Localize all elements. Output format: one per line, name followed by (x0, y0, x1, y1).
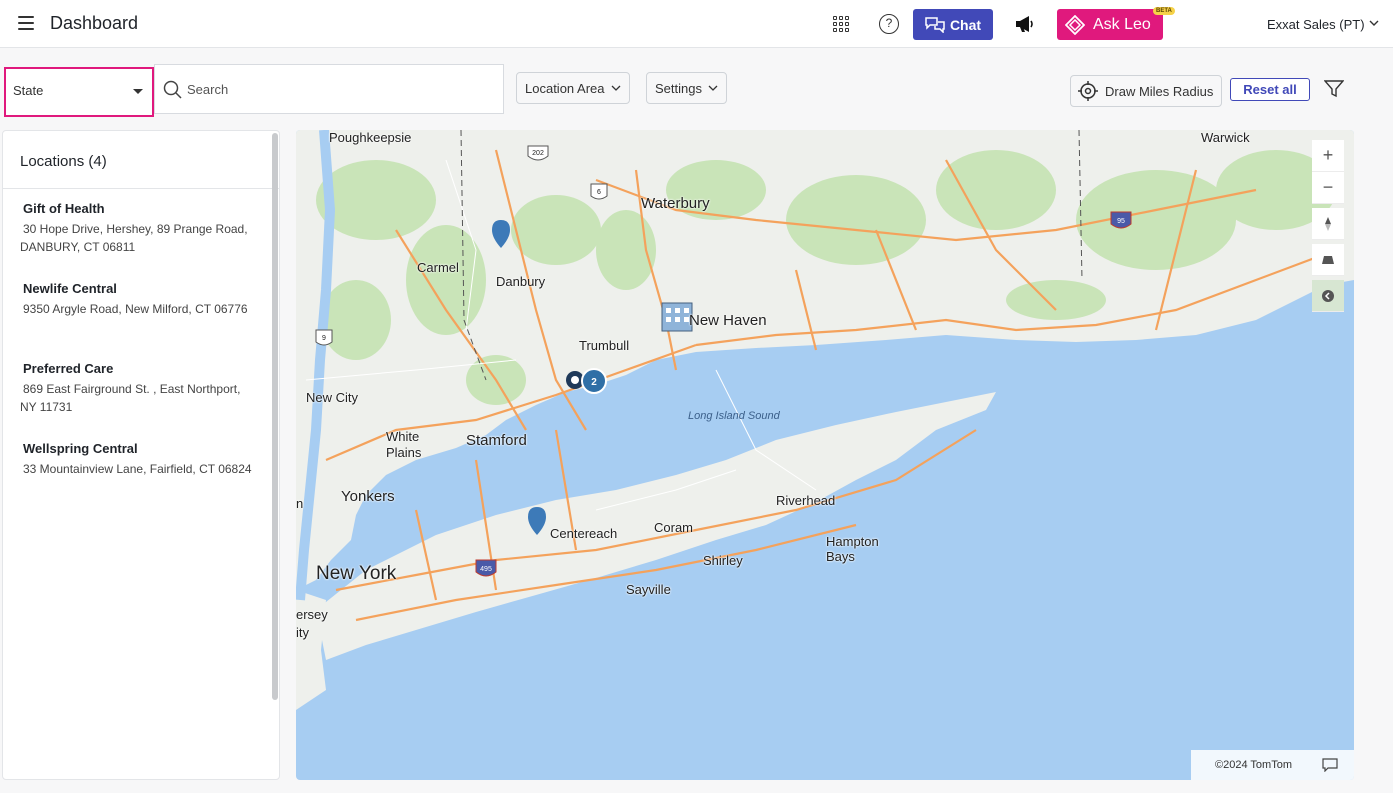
location-item[interactable]: Wellspring Central 33 Mountainview Lane,… (20, 441, 260, 478)
map-label-white: White (386, 429, 420, 444)
location-area-dropdown[interactable]: Location Area (516, 72, 630, 104)
chat-button[interactable]: Chat (913, 9, 993, 40)
map-label-danbury: Danbury (496, 274, 546, 289)
route-shield-label: 202 (532, 150, 544, 157)
location-item[interactable]: Gift of Health 30 Hope Drive, Hershey, 8… (20, 201, 260, 256)
top-bar: Dashboard ? Chat Ask Leo BETA Exxat Sale… (0, 0, 1393, 48)
location-item[interactable]: Newlife Central 9350 Argyle Road, New Mi… (20, 281, 260, 318)
map-label-bays: Bays (826, 549, 855, 564)
location-address: 869 East Fairground St. , East Northport… (20, 382, 241, 414)
chevron-down-icon (708, 85, 718, 91)
map-label-long-island-sound: Long Island Sound (688, 410, 780, 422)
search-input[interactable] (187, 79, 487, 99)
route-shield-6: 6 (590, 183, 608, 200)
chat-label: Chat (949, 16, 982, 33)
cluster-count: 2 (591, 377, 597, 388)
map-label-carmel: Carmel (417, 260, 459, 275)
map[interactable]: 202 6 9 95 495 2 Poughkeepsie Waterbury … (296, 130, 1354, 780)
filter-icon[interactable] (1324, 80, 1344, 98)
chevron-down-icon[interactable] (1369, 18, 1379, 28)
map-label-trumbull: Trumbull (579, 338, 630, 353)
map-label-warwick: Warwick (1201, 130, 1250, 145)
map-label-coram: Coram (654, 520, 694, 535)
compass-button[interactable] (1312, 208, 1344, 240)
page-title: Dashboard (50, 13, 139, 33)
state-select[interactable]: State (4, 67, 154, 117)
location-address: 30 Hope Drive, Hershey, 89 Prange Road, … (20, 222, 248, 254)
map-base: 202 6 9 95 495 2 (296, 130, 1354, 710)
location-address: 9350 Argyle Road, New Milford, CT 06776 (23, 302, 248, 316)
search-icon (163, 80, 182, 99)
map-label-city-partial: ity (296, 625, 309, 640)
map-label-plains: Plains (386, 445, 422, 460)
route-shield-495: 495 (475, 559, 497, 577)
zoom-out-button[interactable]: − (1312, 172, 1344, 204)
draw-radius-label: Draw Miles Radius (1105, 83, 1214, 99)
map-attribution: ©2024 TomTom (1191, 750, 1354, 780)
chevron-down-icon (611, 85, 620, 91)
map-label-new-city: New City (306, 390, 359, 405)
route-shield-95: 95 (1110, 211, 1132, 229)
ask-leo-button[interactable]: Ask Leo (1057, 9, 1163, 40)
settings-dropdown[interactable]: Settings (646, 72, 727, 104)
map-label-yonkers: Yonkers (341, 488, 395, 505)
draw-miles-radius-button[interactable]: Draw Miles Radius (1070, 75, 1222, 107)
megaphone-icon[interactable] (1015, 15, 1035, 33)
location-name: Newlife Central (23, 281, 117, 296)
locations-header: Locations (4) (3, 131, 279, 189)
map-label-new-haven: New Haven (689, 312, 767, 329)
search-box[interactable] (154, 64, 504, 114)
feedback-icon[interactable] (1322, 758, 1338, 772)
pitch-icon (1322, 255, 1334, 264)
location-dot-center (571, 376, 579, 384)
map-label-hampton: Hampton (826, 534, 879, 549)
hamburger-menu-icon[interactable] (18, 16, 34, 30)
map-label-shirley: Shirley (703, 553, 743, 568)
location-name: Gift of Health (23, 201, 105, 216)
locations-panel: Locations (4) Gift of Health 30 Hope Dri… (2, 130, 280, 780)
map-label-jersey-partial: ersey (296, 607, 328, 622)
zoom-in-button[interactable]: + (1312, 140, 1344, 172)
route-shield-label: 9 (322, 335, 326, 342)
pitch-button[interactable] (1312, 244, 1344, 276)
caret-down-icon (133, 89, 143, 94)
reset-all-button[interactable]: Reset all (1230, 78, 1310, 101)
location-address: 33 Mountainview Lane, Fairfield, CT 0682… (23, 462, 252, 476)
layers-toggle-icon (1322, 289, 1334, 302)
route-shield-202: 202 (527, 145, 549, 161)
route-shield-label: 6 (597, 189, 601, 196)
attribution-text: ©2024 TomTom (1215, 759, 1292, 771)
compass-icon (1325, 216, 1331, 231)
map-label-poughkeepsie: Poughkeepsie (329, 130, 412, 145)
building-icon (661, 302, 693, 332)
location-name: Preferred Care (23, 361, 114, 376)
settings-label: Settings (655, 80, 702, 96)
map-label-sayville: Sayville (626, 582, 671, 597)
location-item[interactable]: Preferred Care 869 East Fairground St. ,… (20, 361, 260, 416)
app-grid-icon[interactable] (833, 16, 849, 32)
map-label-new-york: New York (316, 563, 397, 584)
help-icon[interactable]: ? (879, 14, 899, 34)
ask-leo-label: Ask Leo (1093, 15, 1151, 33)
map-label-edge-partial: n (296, 496, 304, 511)
chat-bubbles-icon (925, 16, 945, 33)
beta-badge: BETA (1153, 7, 1175, 15)
route-shield-label: 95 (1117, 218, 1125, 225)
route-shield-9: 9 (315, 329, 333, 346)
map-label-stamford: Stamford (466, 432, 527, 449)
crosshair-icon (1078, 81, 1098, 101)
org-name[interactable]: Exxat Sales (PT) (1267, 17, 1365, 32)
map-label-centereach: Centereach (550, 526, 618, 541)
location-area-label: Location Area (525, 80, 605, 96)
map-label-riverhead: Riverhead (776, 493, 836, 508)
locations-scrollbar[interactable] (272, 133, 278, 700)
state-select-label: State (13, 83, 44, 98)
route-shield-label: 495 (480, 566, 492, 573)
map-style-button[interactable] (1312, 280, 1344, 312)
location-name: Wellspring Central (23, 441, 138, 456)
leo-logo-icon (1065, 14, 1085, 35)
map-label-waterbury: Waterbury (641, 195, 710, 212)
